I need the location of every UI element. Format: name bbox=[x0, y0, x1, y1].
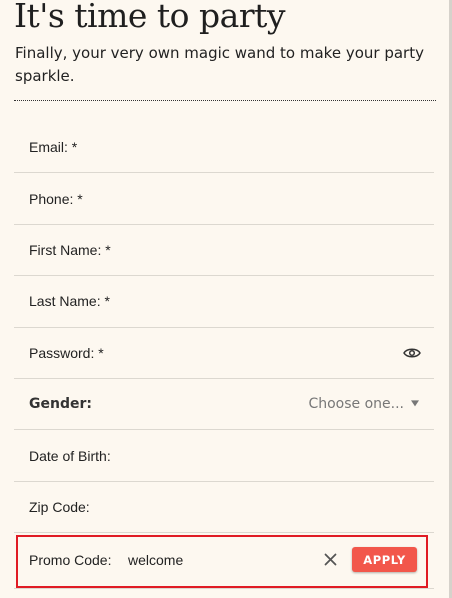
password-input[interactable] bbox=[14, 327, 434, 378]
dotted-divider bbox=[14, 100, 436, 101]
dob-field[interactable]: Date of Birth: bbox=[14, 430, 434, 482]
first-name-field[interactable]: First Name: * bbox=[14, 224, 434, 277]
phone-input[interactable] bbox=[14, 173, 434, 224]
page-subtitle: Finally, your very own magic wand to mak… bbox=[15, 44, 424, 85]
zip-input[interactable] bbox=[14, 481, 434, 533]
first-name-input[interactable] bbox=[14, 224, 434, 276]
eye-icon[interactable] bbox=[403, 347, 421, 359]
email-field[interactable]: Email: * bbox=[14, 122, 434, 174]
password-field[interactable]: Password: * bbox=[14, 327, 434, 379]
gender-label: Gender: bbox=[29, 396, 92, 413]
promo-highlight-box bbox=[16, 535, 428, 588]
zip-field[interactable]: Zip Code: bbox=[14, 481, 434, 534]
phone-field[interactable]: Phone: * bbox=[14, 173, 434, 225]
dob-input[interactable] bbox=[14, 430, 434, 481]
last-name-field[interactable]: Last Name: * bbox=[14, 276, 434, 328]
last-name-input[interactable] bbox=[14, 276, 434, 327]
row-divider bbox=[14, 588, 434, 589]
caret-down-icon[interactable] bbox=[411, 400, 419, 407]
gender-select-value[interactable]: Choose one... bbox=[308, 396, 404, 412]
email-input[interactable] bbox=[14, 122, 434, 173]
signup-form: Email: * Phone: * First Name: * Last Nam… bbox=[14, 122, 434, 534]
page-title: It's time to party bbox=[14, 0, 286, 35]
gender-field[interactable]: Gender: Choose one... bbox=[14, 379, 434, 431]
